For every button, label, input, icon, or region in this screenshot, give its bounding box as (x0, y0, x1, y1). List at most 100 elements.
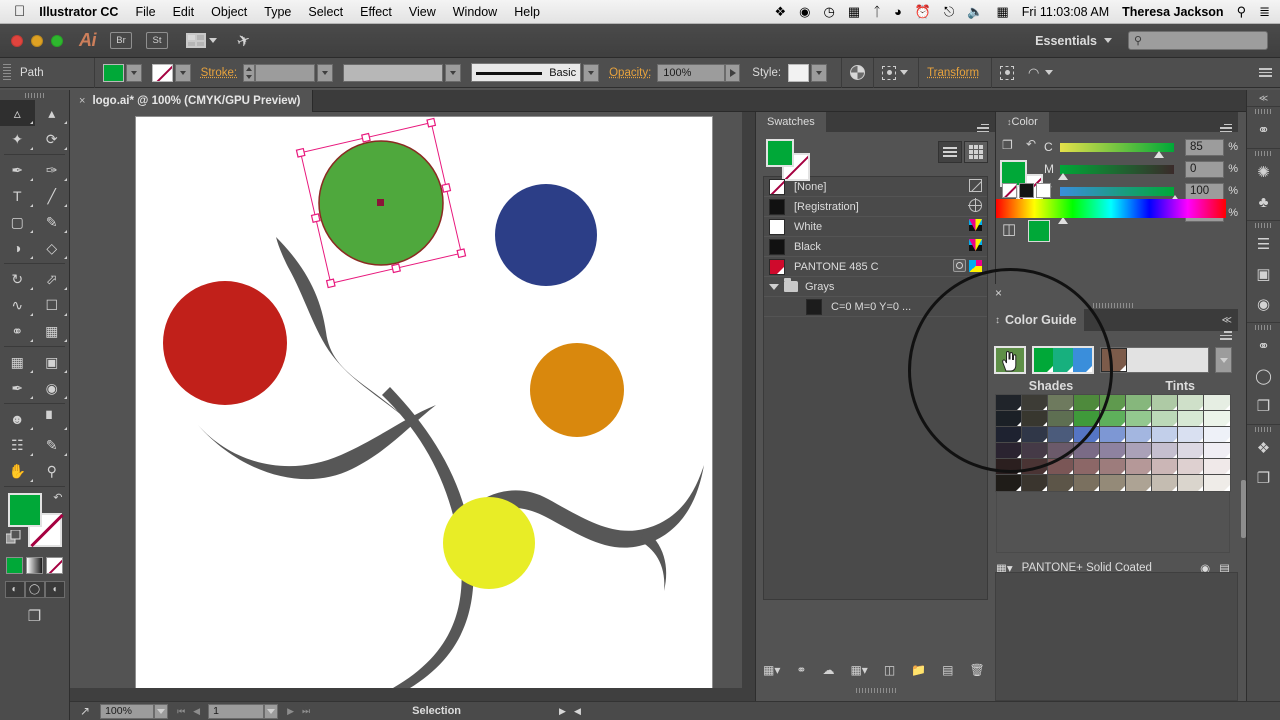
creative-cloud-icon[interactable]: ◉ (799, 4, 810, 20)
clock-icon[interactable]: ◷ (824, 4, 835, 20)
color-guide-swatch-4-6[interactable] (1152, 459, 1178, 475)
stroke-panel-icon[interactable]: ☰ (1247, 229, 1280, 259)
bridge-button[interactable]: Br (110, 32, 132, 49)
color-swatch-button[interactable] (6, 557, 23, 574)
shaper-tool[interactable]: ◑ (0, 235, 35, 261)
gradient-tool[interactable]: ▣ (35, 349, 70, 375)
control-bar-grip[interactable] (3, 64, 11, 82)
color-guide-swatch-3-2[interactable] (1048, 443, 1074, 459)
select-similar-icon[interactable]: ◠ (1028, 65, 1039, 81)
color-panel-menu-icon[interactable] (1220, 124, 1232, 133)
slider-knob-m[interactable] (1058, 173, 1068, 180)
rectangle-tool[interactable]: ▢ (0, 209, 35, 235)
shades-tints-grid[interactable] (996, 395, 1230, 491)
search-icon[interactable]: ⚲ (1237, 4, 1247, 20)
menu-object[interactable]: Object (211, 5, 247, 19)
scale-tool[interactable]: ⬀ (35, 266, 70, 292)
color-guide-swatch-0-7[interactable] (1178, 395, 1204, 411)
dock-grip[interactable] (1247, 323, 1280, 331)
isolate-selection-icon[interactable] (1000, 66, 1014, 80)
swatches-fill-swatch[interactable] (766, 139, 794, 167)
tab-color-guide[interactable]: ↕ Color Guide (988, 309, 1084, 331)
menu-window[interactable]: Window (453, 5, 497, 19)
color-guide-swatch-5-4[interactable] (1100, 475, 1126, 491)
color-guide-swatch-5-1[interactable] (1022, 475, 1048, 491)
color-spectrum-bar[interactable] (996, 199, 1226, 218)
dock-grip[interactable] (1247, 425, 1280, 433)
stroke-weight-stepper[interactable] (243, 64, 255, 82)
draw-normal-icon[interactable]: ◐ (5, 581, 25, 598)
menu-select[interactable]: Select (308, 5, 343, 19)
last-artboard-button[interactable]: ⏭ (302, 706, 310, 717)
prev-artboard-button[interactable]: ◀ (193, 706, 200, 717)
chevron-down-icon[interactable] (1045, 70, 1053, 75)
layers-panel-icon[interactable]: ❖ (1247, 433, 1280, 463)
swatch-cloud-icon[interactable]: ☁ (822, 663, 834, 677)
brush-definition-dropdown[interactable] (583, 64, 599, 82)
color-guide-swatch-5-2[interactable] (1048, 475, 1074, 491)
brush-definition-input[interactable]: Basic (471, 63, 581, 82)
appearance-panel-icon[interactable]: ◯ (1247, 361, 1280, 391)
color-guide-panel-menu-icon[interactable] (1220, 331, 1232, 343)
eyedropper-tool[interactable]: ✒ (0, 375, 35, 401)
stroke-weight-input[interactable] (255, 64, 315, 82)
help-search-input[interactable]: ⚲ (1128, 31, 1268, 50)
zoom-level-dropdown[interactable] (154, 704, 168, 719)
color-guide-swatch-0-8[interactable] (1204, 395, 1230, 411)
swap-fill-stroke-icon[interactable]: ↶ (1026, 137, 1036, 151)
control-bar-menu-icon[interactable] (1259, 68, 1272, 77)
harmony-rules-field[interactable] (1100, 347, 1209, 373)
width-tool[interactable]: ∿ (0, 292, 35, 318)
swatch-options-icon[interactable]: ◫ (884, 663, 895, 677)
color-guide-swatch-1-7[interactable] (1178, 411, 1204, 427)
draw-behind-icon[interactable]: ◯ (25, 581, 45, 598)
harmony-color-2[interactable] (1053, 348, 1072, 372)
chevron-down-icon[interactable] (900, 70, 908, 75)
fill-color-control[interactable] (103, 64, 142, 82)
color-guide-swatch-2-0[interactable] (996, 427, 1022, 443)
artboard-number-input[interactable]: 1 (208, 704, 264, 719)
harmony-rules-dropdown[interactable] (1215, 347, 1232, 373)
color-guide-swatch-4-0[interactable] (996, 459, 1022, 475)
color-guide-swatch-2-6[interactable] (1152, 427, 1178, 443)
close-tab-icon[interactable]: × (79, 95, 85, 107)
slider-value-m[interactable]: 0 (1185, 161, 1224, 178)
menu-file[interactable]: File (135, 5, 155, 19)
artboard-dropdown[interactable] (264, 704, 278, 719)
swatch-row-none[interactable]: [None] (764, 177, 987, 197)
workspace-switcher[interactable]: Essentials (1035, 34, 1112, 48)
menu-clock[interactable]: Fri 11:03:08 AM (1022, 5, 1109, 19)
perspective-grid-tool[interactable]: ▦ (35, 318, 70, 344)
default-fill-stroke-icon[interactable] (6, 530, 22, 551)
swatches-panel-grip[interactable] (756, 686, 995, 694)
menu-type[interactable]: Type (264, 5, 291, 19)
zoom-level-input[interactable]: 100% (100, 704, 154, 719)
slider-track-m[interactable] (1060, 165, 1174, 174)
toolbox-grip[interactable] (0, 90, 69, 100)
new-swatch-icon[interactable]: ▤ (942, 663, 953, 677)
calendar-icon[interactable]: ▦ (997, 4, 1009, 20)
menu-app-name[interactable]: Illustrator CC (39, 5, 118, 19)
variable-width-profile-dropdown[interactable] (445, 64, 461, 82)
color-guide-swatch-5-6[interactable] (1152, 475, 1178, 491)
swatch-row-pantone-485c[interactable]: PANTONE 485 C (764, 257, 987, 277)
status-menu-button[interactable]: ▶ (559, 706, 566, 717)
slider-track-c[interactable] (1060, 143, 1174, 152)
stroke-swatch-none[interactable] (152, 64, 173, 82)
color-guide-swatch-2-3[interactable] (1074, 427, 1100, 443)
dock-scrollbar-thumb[interactable] (1241, 480, 1246, 538)
color-guide-swatch-3-5[interactable] (1126, 443, 1152, 459)
new-color-group-icon[interactable]: 📁 (911, 663, 926, 677)
color-guide-swatch-1-0[interactable] (996, 411, 1022, 427)
graphic-style-dropdown[interactable] (811, 64, 827, 82)
color-guide-swatch-4-8[interactable] (1204, 459, 1230, 475)
color-guide-swatch-4-7[interactable] (1178, 459, 1204, 475)
gradient-swatch-button[interactable] (26, 557, 43, 574)
harmony-preview[interactable] (1032, 346, 1094, 374)
shape-builder-tool[interactable]: ⚭ (0, 318, 35, 344)
color-guide-swatch-5-3[interactable] (1074, 475, 1100, 491)
color-guide-swatch-0-3[interactable] (1074, 395, 1100, 411)
zoom-window-button[interactable] (51, 35, 63, 47)
color-guide-swatch-3-1[interactable] (1022, 443, 1048, 459)
swatches-panel-menu-icon[interactable] (977, 124, 989, 133)
